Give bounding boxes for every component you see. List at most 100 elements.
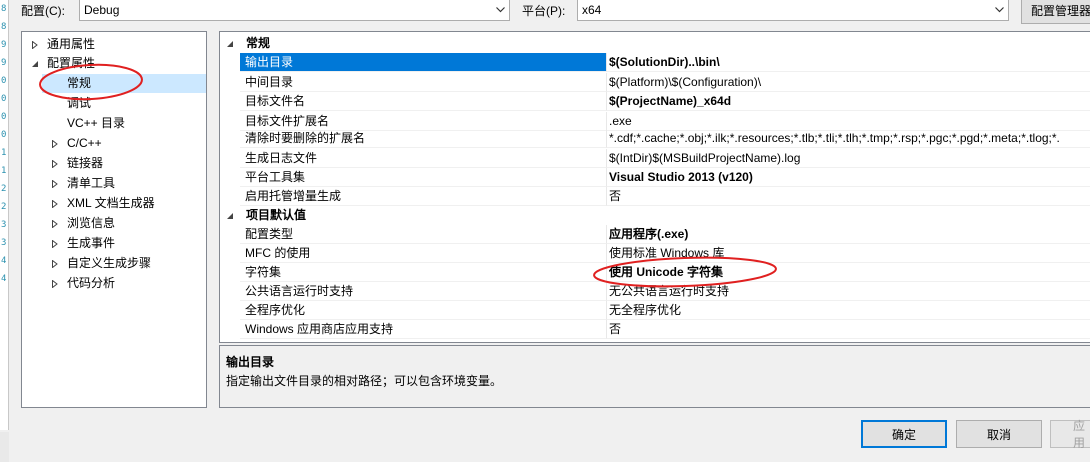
property-value[interactable]: 使用标准 Windows 库	[607, 244, 1090, 263]
collapse-arrow-icon[interactable]	[30, 54, 40, 73]
property-value[interactable]: $(ProjectName)_x64d	[607, 92, 1090, 111]
tree-node-label: 链接器	[67, 156, 104, 170]
property-grid: 常规 输出目录 $(SolutionDir)..\bin\ 中间目录 $(Pla…	[219, 31, 1090, 343]
ok-button[interactable]: 确定	[861, 420, 947, 448]
property-row-char-set[interactable]: 字符集 使用 Unicode 字符集	[220, 263, 1090, 282]
platform-label: 平台(P):	[522, 4, 566, 18]
property-tree: 通用属性 配置属性 常规 调试 VC++ 目录 C/C++ 链接器 清单工具 X…	[21, 31, 207, 408]
expand-arrow-icon[interactable]	[50, 214, 60, 233]
config-toolbar: 配置(C): Debug 平台(P): x64 配置管理器	[0, 0, 1090, 24]
property-row-clr-support[interactable]: 公共语言运行时支持 无公共语言运行时支持	[220, 282, 1090, 301]
expand-arrow-icon[interactable]	[50, 254, 60, 273]
expand-arrow-icon[interactable]	[30, 35, 40, 54]
property-row-managed-incremental[interactable]: 启用托管增量生成 否	[220, 187, 1090, 206]
category-title: 项目默认值	[246, 208, 307, 222]
property-value[interactable]: 否	[607, 320, 1090, 339]
property-row-store-app-support[interactable]: Windows 应用商店应用支持 否	[220, 320, 1090, 339]
tree-node-common-props[interactable]: 通用属性	[22, 35, 206, 54]
property-name: 平台工具集	[240, 168, 607, 187]
property-row-build-log[interactable]: 生成日志文件 $(IntDir)$(MSBuildProjectName).lo…	[220, 149, 1090, 168]
property-value[interactable]: 无公共语言运行时支持	[607, 282, 1090, 301]
chevron-down-icon[interactable]	[492, 0, 509, 20]
apply-button[interactable]: 应用	[1050, 419, 1090, 450]
cancel-button[interactable]: 取消	[956, 420, 1042, 448]
tree-node-label: 常规	[67, 76, 92, 90]
tree-node-label: C/C++	[67, 136, 102, 150]
tree-node-label: 自定义生成步骤	[67, 256, 152, 270]
property-name: 生成日志文件	[240, 149, 607, 168]
gutter-bottom	[0, 432, 9, 462]
property-name: MFC 的使用	[240, 244, 607, 263]
property-value[interactable]: $(IntDir)$(MSBuildProjectName).log	[607, 149, 1090, 168]
tree-node-general[interactable]: 常规	[42, 74, 206, 93]
property-name: 目标文件名	[240, 92, 607, 111]
tree-node-xml-doc[interactable]: XML 文档生成器	[42, 194, 206, 213]
config-select-value: Debug	[84, 3, 120, 17]
property-name: 公共语言运行时支持	[240, 282, 607, 301]
tree-node-build-events[interactable]: 生成事件	[42, 234, 206, 253]
property-row-intermediate-dir[interactable]: 中间目录 $(Platform)\$(Configuration)\	[220, 73, 1090, 92]
tree-node-debugging[interactable]: 调试	[42, 94, 206, 113]
property-value[interactable]: Visual Studio 2013 (v120)	[607, 168, 1090, 187]
expand-arrow-icon[interactable]	[50, 194, 60, 213]
tree-node-label: 代码分析	[67, 276, 116, 290]
description-title: 输出目录	[226, 355, 275, 369]
property-value[interactable]: 否	[607, 187, 1090, 206]
category-title: 常规	[246, 36, 271, 50]
property-name: 输出目录	[240, 53, 607, 72]
tree-node-browse-info[interactable]: 浏览信息	[42, 214, 206, 233]
property-row-output-dir[interactable]: 输出目录 $(SolutionDir)..\bin\	[220, 53, 1090, 72]
property-row-config-type[interactable]: 配置类型 应用程序(.exe)	[220, 225, 1090, 244]
property-row-mfc-use[interactable]: MFC 的使用 使用标准 Windows 库	[220, 244, 1090, 263]
property-name: Windows 应用商店应用支持	[240, 320, 607, 339]
property-row-whole-program-opt[interactable]: 全程序优化 无全程序优化	[220, 301, 1090, 320]
expand-arrow-icon[interactable]	[50, 154, 60, 173]
collapse-arrow-icon[interactable]	[226, 206, 236, 225]
property-value[interactable]: $(SolutionDir)..\bin\	[607, 53, 1090, 72]
tree-node-linker[interactable]: 链接器	[42, 154, 206, 173]
expand-arrow-icon[interactable]	[50, 234, 60, 253]
property-name: 全程序优化	[240, 301, 607, 320]
tree-node-label: 生成事件	[67, 236, 116, 250]
platform-select[interactable]: x64	[577, 0, 1009, 21]
tree-node-label: XML 文档生成器	[67, 196, 155, 210]
chevron-down-icon[interactable]	[991, 0, 1008, 20]
tree-node-config-props[interactable]: 配置属性	[22, 54, 206, 73]
expand-arrow-icon[interactable]	[50, 174, 60, 193]
tree-node-label: 浏览信息	[67, 216, 116, 230]
tree-node-label: 通用属性	[47, 37, 96, 51]
property-row-clean-exts[interactable]: 清除时要删除的扩展名 *.cdf;*.cache;*.obj;*.ilk;*.r…	[220, 129, 1090, 148]
tree-node-vc-dirs[interactable]: VC++ 目录	[42, 114, 206, 133]
expand-arrow-icon[interactable]	[50, 134, 60, 153]
tree-node-label: VC++ 目录	[67, 116, 126, 130]
property-name: 中间目录	[240, 73, 607, 92]
tree-node-code-analysis[interactable]: 代码分析	[42, 274, 206, 293]
tree-node-manifest-tool[interactable]: 清单工具	[42, 174, 206, 193]
category-project-defaults[interactable]: 项目默认值	[220, 206, 1090, 225]
property-row-target-name[interactable]: 目标文件名 $(ProjectName)_x64d	[220, 92, 1090, 111]
property-row-platform-toolset[interactable]: 平台工具集 Visual Studio 2013 (v120)	[220, 168, 1090, 187]
category-general[interactable]: 常规	[220, 34, 1090, 53]
property-name: 启用托管增量生成	[240, 187, 607, 206]
tree-node-label: 配置属性	[47, 56, 96, 70]
tree-node-label: 清单工具	[67, 176, 116, 190]
property-value[interactable]: 使用 Unicode 字符集	[607, 263, 1090, 282]
editor-line-gutter: 8899 0000 1122 3344	[0, 0, 9, 430]
tree-node-cpp[interactable]: C/C++	[42, 134, 206, 153]
description-pane: 输出目录 指定输出文件目录的相对路径；可以包含环境变量。	[219, 345, 1090, 408]
property-name: 配置类型	[240, 225, 607, 244]
property-value[interactable]: $(Platform)\$(Configuration)\	[607, 73, 1090, 92]
property-value[interactable]: *.cdf;*.cache;*.obj;*.ilk;*.resources;*.…	[607, 129, 1090, 148]
config-manager-button[interactable]: 配置管理器	[1021, 0, 1090, 24]
description-text: 指定输出文件目录的相对路径；可以包含环境变量。	[226, 374, 503, 388]
property-value[interactable]: 应用程序(.exe)	[607, 225, 1090, 244]
platform-select-value: x64	[582, 3, 602, 17]
config-select[interactable]: Debug	[79, 0, 510, 21]
tree-node-custom-build[interactable]: 自定义生成步骤	[42, 254, 206, 273]
property-value[interactable]: 无全程序优化	[607, 301, 1090, 320]
collapse-arrow-icon[interactable]	[226, 34, 236, 53]
expand-arrow-icon[interactable]	[50, 274, 60, 293]
property-name: 清除时要删除的扩展名	[240, 129, 607, 148]
config-label: 配置(C):	[21, 4, 65, 18]
tree-node-label: 调试	[67, 96, 92, 110]
